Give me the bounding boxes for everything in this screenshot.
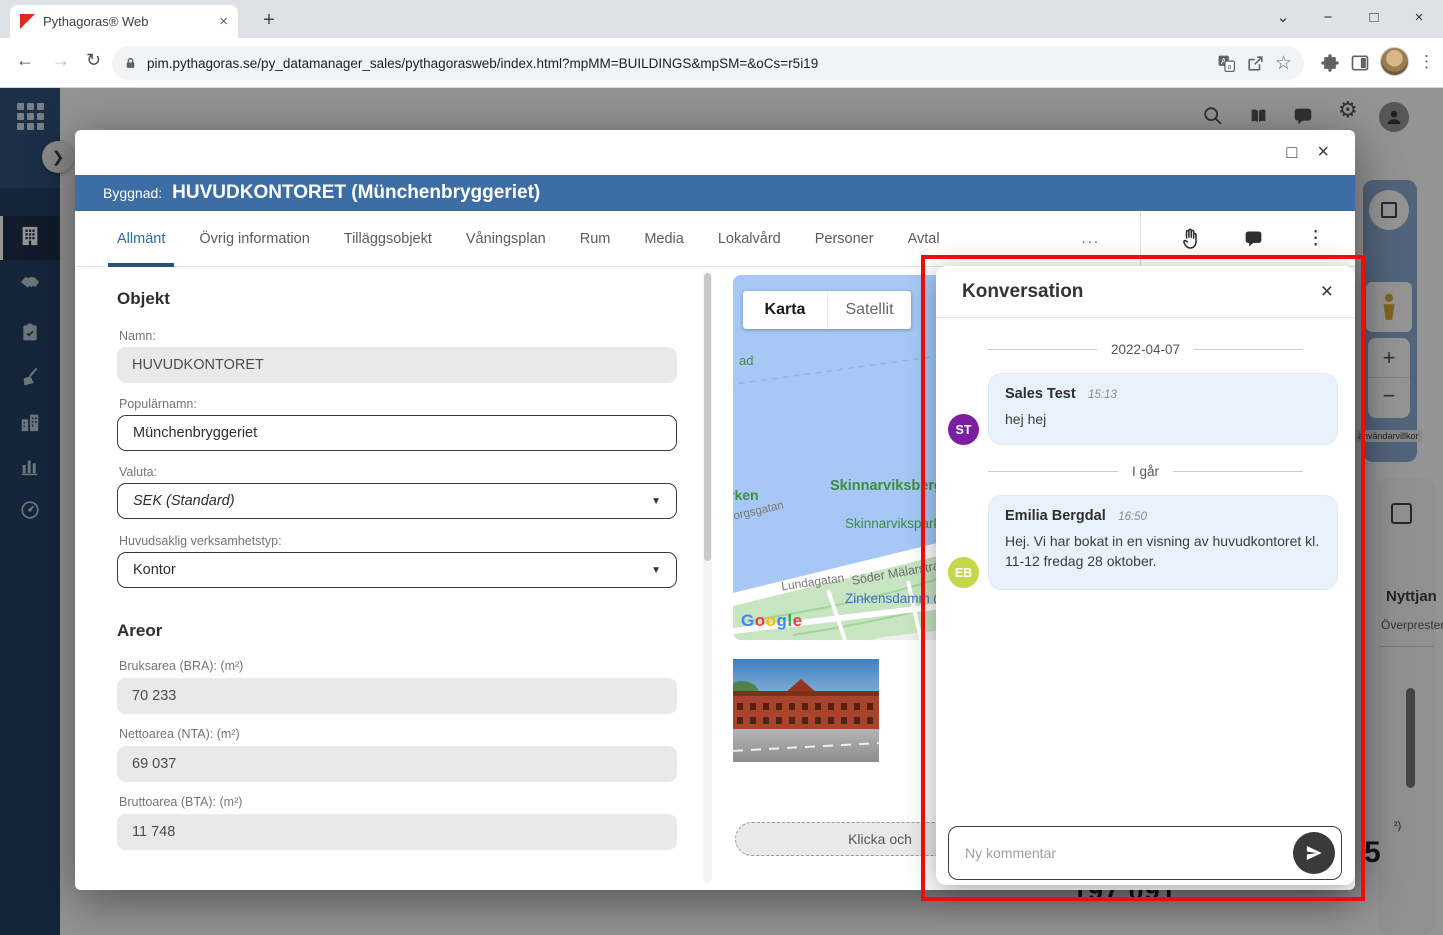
pythagoras-favicon (20, 14, 35, 29)
message-author: Emilia Bergdal (1005, 508, 1106, 524)
bra-field: 70 233 (117, 678, 677, 714)
photo-windows (737, 703, 875, 710)
dialog-window-controls: □ × (75, 130, 1355, 175)
send-icon (1306, 846, 1322, 860)
conversation-title: Konversation (962, 280, 1084, 302)
dialog-title: HUVUDKONTORET (Münchenbryggeriet) (172, 182, 541, 203)
map-button-karta[interactable]: Karta (743, 291, 827, 329)
content-scrollbar[interactable] (703, 271, 712, 883)
tab-allmant[interactable]: Allmänt (107, 211, 175, 267)
side-panel-icon[interactable] (1350, 53, 1370, 73)
new-comment-box (948, 826, 1342, 880)
dialog-tabbar: Allmänt Övrig information Tilläggsobjekt… (75, 211, 1355, 267)
new-tab-button[interactable]: + (256, 8, 282, 34)
hand-subscribe-icon[interactable] (1179, 227, 1201, 251)
popularnamn-label: Populärnamn: (119, 397, 197, 411)
valuta-label: Valuta: (119, 465, 157, 479)
valuta-select[interactable]: SEK (Standard) ▼ (117, 483, 677, 519)
tab-close-icon[interactable]: × (219, 13, 228, 30)
bta-field: 11 748 (117, 814, 677, 850)
tabs-overflow-button[interactable]: ... (1082, 230, 1101, 247)
browser-toolbar: ← → ↻ pim.pythagoras.se/py_datamanager_s… (0, 38, 1443, 88)
tab-ovrig-information[interactable]: Övrig information (199, 211, 309, 267)
map-label-skinnarviksberget: Skinnarviksberge (830, 478, 951, 494)
dialog-kebab-icon[interactable]: ⋮ (1306, 227, 1325, 250)
dialog-maximize-icon[interactable]: □ (1286, 142, 1297, 163)
send-button[interactable] (1293, 832, 1335, 874)
extensions-puzzle-icon[interactable] (1320, 53, 1340, 73)
tab-personer[interactable]: Personer (815, 211, 874, 267)
message-text: Hej. Vi har bokat in en visning av huvud… (1005, 533, 1320, 570)
bta-label: Bruttoarea (BTA): (m²) (119, 795, 243, 809)
chevron-down-icon: ▼ (651, 495, 661, 507)
reload-icon[interactable]: ↻ (86, 50, 101, 71)
url-bar[interactable]: pim.pythagoras.se/py_datamanager_sales/p… (112, 46, 1304, 80)
tab-vaningsplan[interactable]: Våningsplan (466, 211, 546, 267)
photo-windows-2 (737, 717, 875, 724)
namn-label: Namn: (119, 329, 156, 343)
entity-type-label: Byggnad: (103, 185, 163, 201)
nta-field: 69 037 (117, 746, 677, 782)
message-author: Sales Test (1005, 386, 1076, 402)
google-logo[interactable]: Google (741, 611, 803, 631)
yesterday-divider: I går (936, 464, 1355, 479)
map-label-skinnarviksparken: Skinnarvikspark (845, 516, 941, 531)
avatar-eb: EB (948, 557, 979, 588)
new-comment-input[interactable] (965, 845, 1293, 861)
svg-text:a: a (1227, 63, 1231, 71)
url-text: pim.pythagoras.se/py_datamanager_sales/p… (147, 55, 819, 71)
tab-lokalvard[interactable]: Lokalvård (718, 211, 781, 267)
tab-tillaggsobjekt[interactable]: Tilläggsobjekt (344, 211, 432, 267)
tab-media[interactable]: Media (644, 211, 684, 267)
forward-icon[interactable]: → (52, 50, 70, 71)
map-label-fragment-ad: ad (739, 353, 754, 368)
back-icon[interactable]: ← (16, 50, 34, 71)
share-icon[interactable] (1246, 54, 1265, 73)
dialog-header: Byggnad: HUVUDKONTORET (Münchenbryggerie… (75, 175, 1355, 211)
verksamhetstyp-label: Huvudsaklig verksamhetstyp: (119, 534, 282, 548)
message-bubble: Sales Test 15:13 hej hej (988, 373, 1338, 445)
map-button-satellit[interactable]: Satellit (827, 291, 911, 329)
screen: Pythagoras® Web × + ⌄ − □ × ← → ↻ pim.py… (0, 0, 1443, 935)
section-areor-heading: Areor (117, 621, 163, 640)
map-label-zinkensdamm: ZinkensdammT (845, 591, 947, 606)
browser-tab[interactable]: Pythagoras® Web × (10, 5, 238, 38)
tab-rum[interactable]: Rum (580, 211, 611, 267)
message-time: 16:50 (1118, 511, 1147, 523)
dialog-close-icon[interactable]: × (1317, 141, 1329, 164)
map-view-toggle: Karta Satellit (743, 291, 911, 329)
browser-menu-kebab-icon[interactable]: ⋮ (1418, 52, 1435, 72)
window-maximize-icon[interactable]: □ (1359, 4, 1389, 32)
tabbar-divider (1140, 211, 1142, 266)
bookmark-star-icon[interactable]: ☆ (1275, 52, 1292, 75)
window-minimize-icon[interactable]: − (1313, 4, 1343, 32)
conversation-header: Konversation × (936, 266, 1355, 318)
building-photo[interactable] (733, 659, 879, 762)
conversation-panel: Konversation × 2022-04-07 ST Sales Test … (936, 266, 1355, 885)
nta-label: Nettoarea (NTA): (m²) (119, 727, 240, 741)
translate-icon[interactable]: Aa (1217, 54, 1236, 73)
namn-field: HUVUDKONTORET (117, 347, 677, 383)
bra-label: Bruksarea (BRA): (m²) (119, 659, 244, 673)
conversation-bubble-icon[interactable] (1243, 228, 1264, 249)
date-divider: 2022-04-07 (936, 342, 1355, 357)
window-close-icon[interactable]: × (1404, 4, 1434, 32)
message-text: hej hej (1005, 411, 1047, 427)
message-time: 15:13 (1088, 389, 1117, 401)
chevron-down-icon: ▼ (651, 564, 661, 576)
verksamhetstyp-select[interactable]: Kontor ▼ (117, 552, 677, 588)
browser-tabstrip: Pythagoras® Web × + ⌄ − □ × (0, 0, 1443, 38)
window-chevron-icon[interactable]: ⌄ (1268, 4, 1298, 32)
avatar-st: ST (948, 414, 979, 445)
tab-avtal[interactable]: Avtal (908, 211, 940, 267)
popularnamn-input[interactable] (133, 425, 661, 441)
tab-title: Pythagoras® Web (43, 14, 149, 29)
section-objekt-heading: Objekt (117, 289, 170, 308)
map-label-fragment-rken: rken (733, 487, 759, 503)
browser-profile-avatar[interactable] (1380, 47, 1409, 76)
popularnamn-field[interactable] (117, 415, 677, 451)
lock-icon (124, 56, 137, 71)
conversation-close-icon[interactable]: × (1321, 280, 1333, 304)
message-bubble: Emilia Bergdal 16:50 Hej. Vi har bokat i… (988, 495, 1338, 590)
